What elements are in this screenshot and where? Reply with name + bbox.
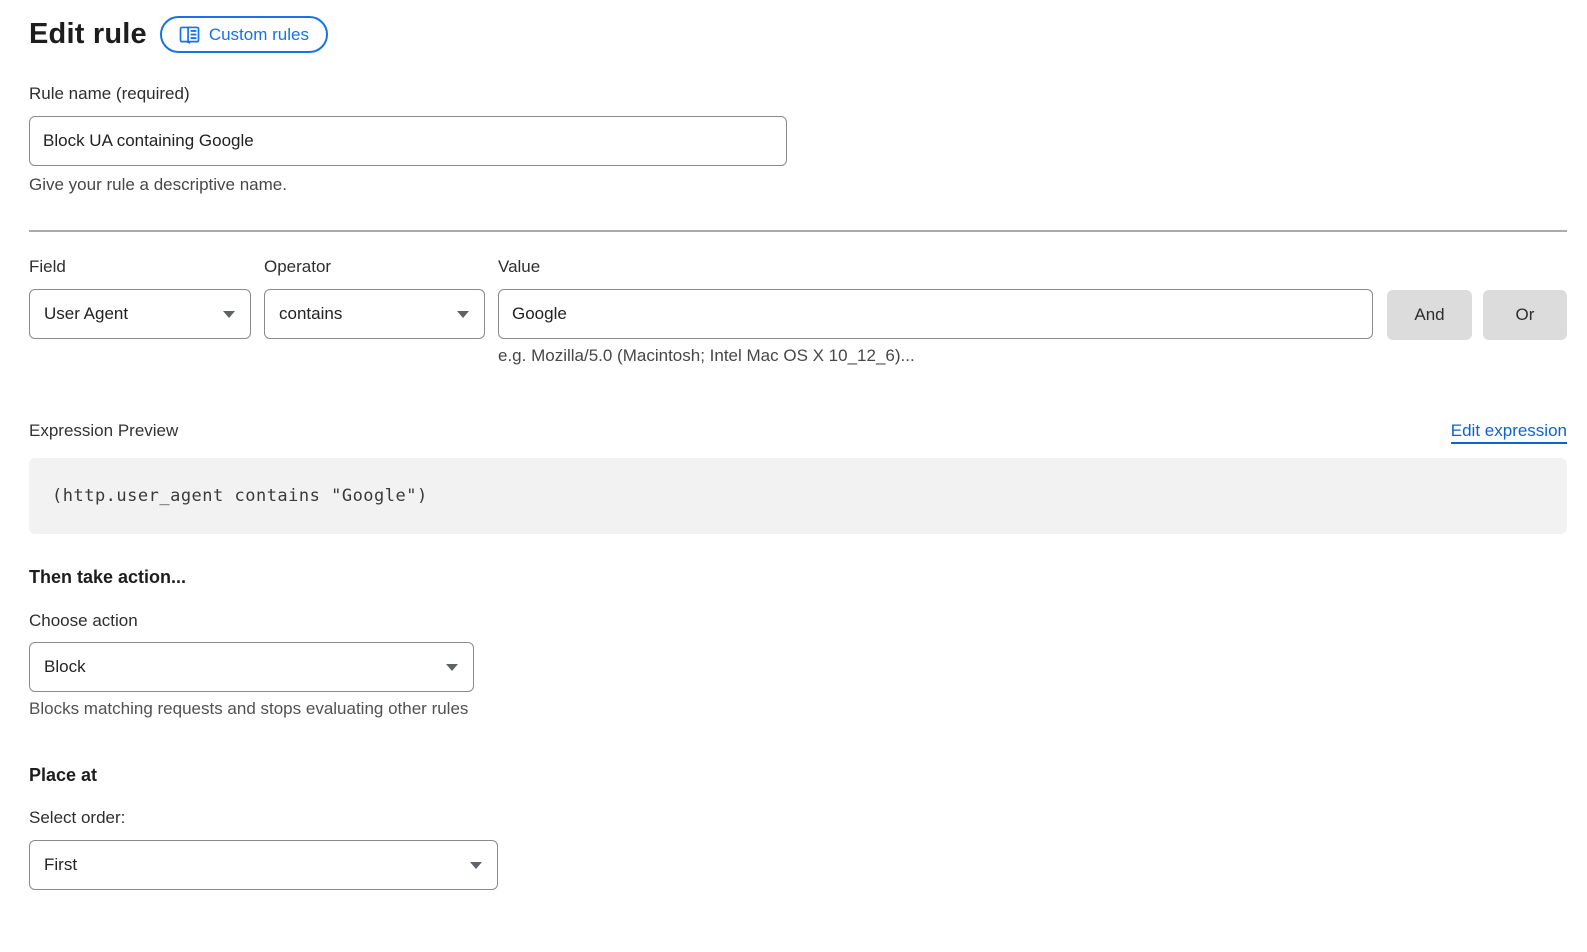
chevron-down-icon [446, 664, 458, 671]
condition-section: Field User Agent Operator contains Value… [29, 257, 1567, 366]
field-select-value: User Agent [44, 304, 128, 324]
action-heading: Then take action... [29, 567, 1567, 588]
value-column: Value e.g. Mozilla/5.0 (Macintosh; Intel… [498, 257, 1373, 366]
select-order-label: Select order: [29, 808, 1567, 828]
choose-action-label: Choose action [29, 611, 1567, 631]
expression-code-box: (http.user_agent contains "Google") [29, 458, 1567, 534]
chevron-down-icon [457, 311, 469, 318]
expression-header: Expression Preview Edit expression [29, 421, 1567, 444]
custom-rules-label: Custom rules [209, 25, 309, 45]
rule-name-helper: Give your rule a descriptive name. [29, 175, 1567, 195]
expression-section: Expression Preview Edit expression (http… [29, 421, 1567, 534]
value-input[interactable] [498, 289, 1373, 339]
rule-name-section: Rule name (required) Give your rule a de… [29, 84, 1567, 195]
field-select[interactable]: User Agent [29, 289, 251, 339]
field-column: Field User Agent [29, 257, 251, 339]
operator-select-value: contains [279, 304, 342, 324]
page-header: Edit rule Custom rules [29, 16, 1567, 53]
order-select[interactable]: First [29, 840, 498, 890]
edit-expression-link[interactable]: Edit expression [1451, 421, 1567, 444]
value-helper: e.g. Mozilla/5.0 (Macintosh; Intel Mac O… [498, 346, 1373, 366]
or-button[interactable]: Or [1483, 290, 1567, 340]
rule-name-input[interactable] [29, 116, 787, 166]
custom-rules-docs-button[interactable]: Custom rules [160, 16, 328, 53]
and-button[interactable]: And [1387, 290, 1472, 340]
action-section: Then take action... Choose action Block … [29, 567, 1567, 719]
chevron-down-icon [223, 311, 235, 318]
value-label: Value [498, 257, 1373, 277]
action-select[interactable]: Block [29, 642, 474, 692]
action-helper: Blocks matching requests and stops evalu… [29, 699, 1567, 719]
action-select-value: Block [44, 657, 86, 677]
edit-rule-page: Edit rule Custom rules Rule name (requir… [0, 0, 1587, 890]
order-select-value: First [44, 855, 77, 875]
place-at-heading: Place at [29, 765, 1567, 786]
rule-name-label: Rule name (required) [29, 84, 1567, 104]
section-divider [29, 230, 1567, 232]
chevron-down-icon [470, 862, 482, 869]
open-book-icon [179, 26, 200, 44]
operator-label: Operator [264, 257, 485, 277]
page-title: Edit rule [29, 18, 147, 51]
expression-preview-label: Expression Preview [29, 421, 178, 441]
condition-row: Field User Agent Operator contains Value… [29, 257, 1567, 366]
operator-select[interactable]: contains [264, 289, 485, 339]
field-label: Field [29, 257, 251, 277]
operator-column: Operator contains [264, 257, 485, 339]
placement-section: Place at Select order: First [29, 765, 1567, 890]
expression-code: (http.user_agent contains "Google") [52, 486, 428, 506]
